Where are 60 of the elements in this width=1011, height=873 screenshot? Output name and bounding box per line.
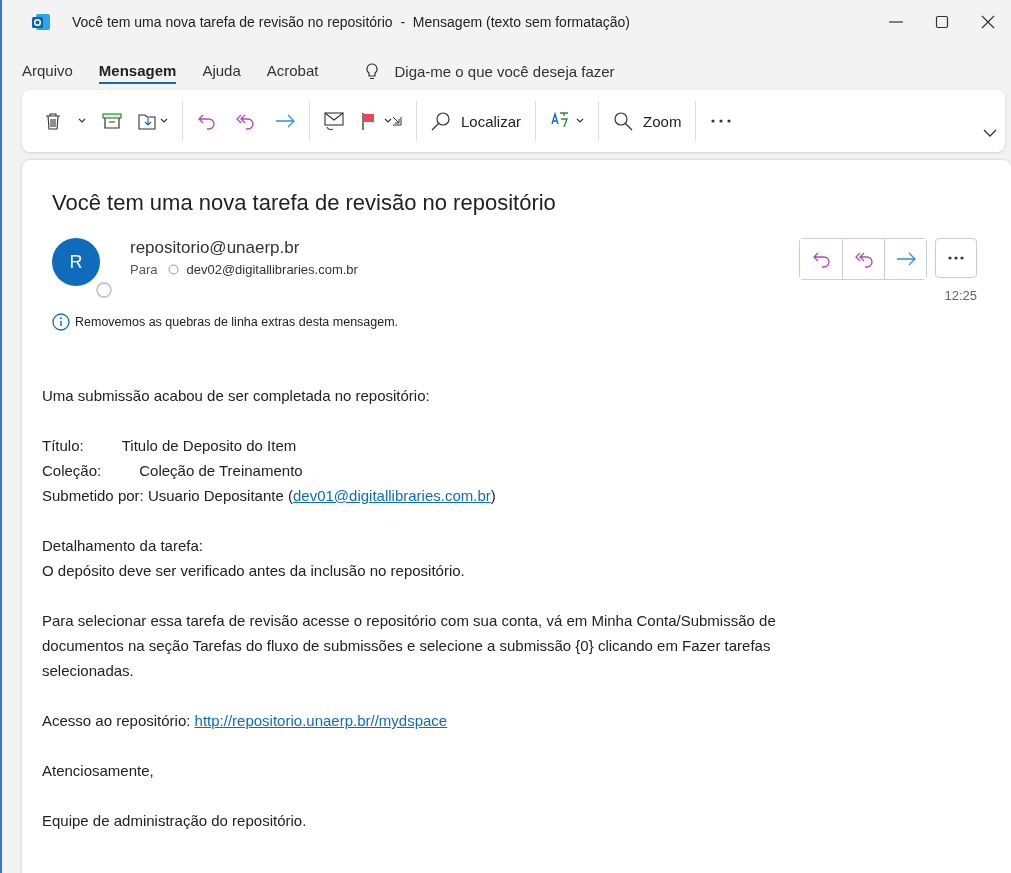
- body-text: Para selecionar essa tarefa de revisão acesse o repositório com sua conta, vá em Minha Conta/Submissão de: [42, 611, 776, 631]
- body-text: Equipe de administração do repositório.: [42, 811, 307, 831]
- reply-icon[interactable]: [197, 112, 215, 130]
- outlook-logo-icon: [32, 13, 50, 31]
- menu-tab[interactable]: Acrobat: [266, 58, 319, 84]
- status-ring-icon: [96, 282, 112, 298]
- body-text: selecionadas.: [42, 661, 134, 681]
- body-text: Uma submissão acabou de ser completada no repositório:: [42, 386, 430, 406]
- move-icon[interactable]: [138, 112, 156, 130]
- lightbulb-icon: [364, 62, 381, 80]
- mail-sync-icon[interactable]: [324, 111, 344, 131]
- sender-address[interactable]: repositorio@unaerp.br: [130, 238, 300, 258]
- body-text: O depósito deve ser verificado antes da inclusão no repositório.: [42, 561, 465, 581]
- maximize-icon[interactable]: [934, 14, 950, 30]
- body-text: Atenciosamente,: [42, 761, 154, 781]
- search-icon: [431, 111, 451, 131]
- caret-icon[interactable]: [160, 118, 168, 124]
- status-ring-icon: [168, 264, 180, 275]
- caret-icon[interactable]: [78, 118, 86, 124]
- expand-icon[interactable]: [983, 129, 997, 137]
- body-text: documentos na seção Tarefas do fluxo de submissões e selecione a submissão {0} clicando em Fazer tarefas: [42, 636, 771, 656]
- find-button[interactable]: Localizar: [431, 111, 522, 131]
- forward-icon: [895, 250, 916, 268]
- window-title: Você tem uma nova tarefa de revisão no repositório - Mensagem (texto sem formatação): [72, 14, 631, 30]
- message-time: 12:25: [944, 288, 977, 303]
- sender-avatar: R: [52, 238, 100, 286]
- email-link[interactable]: http://repositorio.unaerp.br//mydspace: [194, 708, 448, 733]
- menu-tab[interactable]: Arquivo: [22, 58, 73, 84]
- tell-me-field[interactable]: Diga-me o que você deseja fazer: [394, 62, 615, 80]
- more-icon: [948, 256, 964, 260]
- reply-all-icon[interactable]: [235, 112, 255, 130]
- body-text: ): [490, 486, 496, 506]
- recipient-address[interactable]: dev02@digitallibraries.com.br: [186, 262, 358, 277]
- body-text: Titulo de Deposito do Item: [121, 436, 297, 456]
- close-icon[interactable]: [980, 14, 996, 30]
- email-link[interactable]: dev01@digitallibraries.com.br: [292, 483, 491, 508]
- reply-all-icon: [853, 250, 874, 268]
- to-label: Para: [130, 262, 158, 277]
- body-text: Acesso ao repositório:: [42, 711, 192, 731]
- launcher-icon[interactable]: [392, 116, 402, 126]
- body-text: Coleção de Treinamento: [139, 461, 303, 481]
- reply-icon: [812, 250, 830, 268]
- field-label: Título:: [42, 436, 84, 456]
- forward-icon[interactable]: [275, 112, 295, 130]
- body-text: Detalhamento da tarefa:: [42, 536, 203, 556]
- caret-icon[interactable]: [384, 118, 392, 124]
- flag-icon[interactable]: [360, 112, 376, 130]
- zoom-button[interactable]: Zoom: [613, 111, 682, 131]
- caret-icon[interactable]: [576, 118, 585, 124]
- info-notice: Removemos as quebras de linha extras desta mensagem.: [75, 315, 399, 329]
- search-icon: [613, 111, 634, 131]
- archive-icon[interactable]: [102, 112, 122, 130]
- menu-tab[interactable]: Ajuda: [202, 58, 241, 84]
- trash-icon[interactable]: [44, 112, 62, 130]
- message-subject: Você tem uma nova tarefa de revisão no repositório: [52, 190, 556, 216]
- more-icon[interactable]: [710, 118, 733, 124]
- info-icon: [52, 313, 70, 331]
- body-text: Submetido por: Usuario Depositante (: [42, 486, 293, 506]
- menu-tab[interactable]: Mensagem: [98, 58, 177, 84]
- field-label: Coleção:: [42, 461, 102, 481]
